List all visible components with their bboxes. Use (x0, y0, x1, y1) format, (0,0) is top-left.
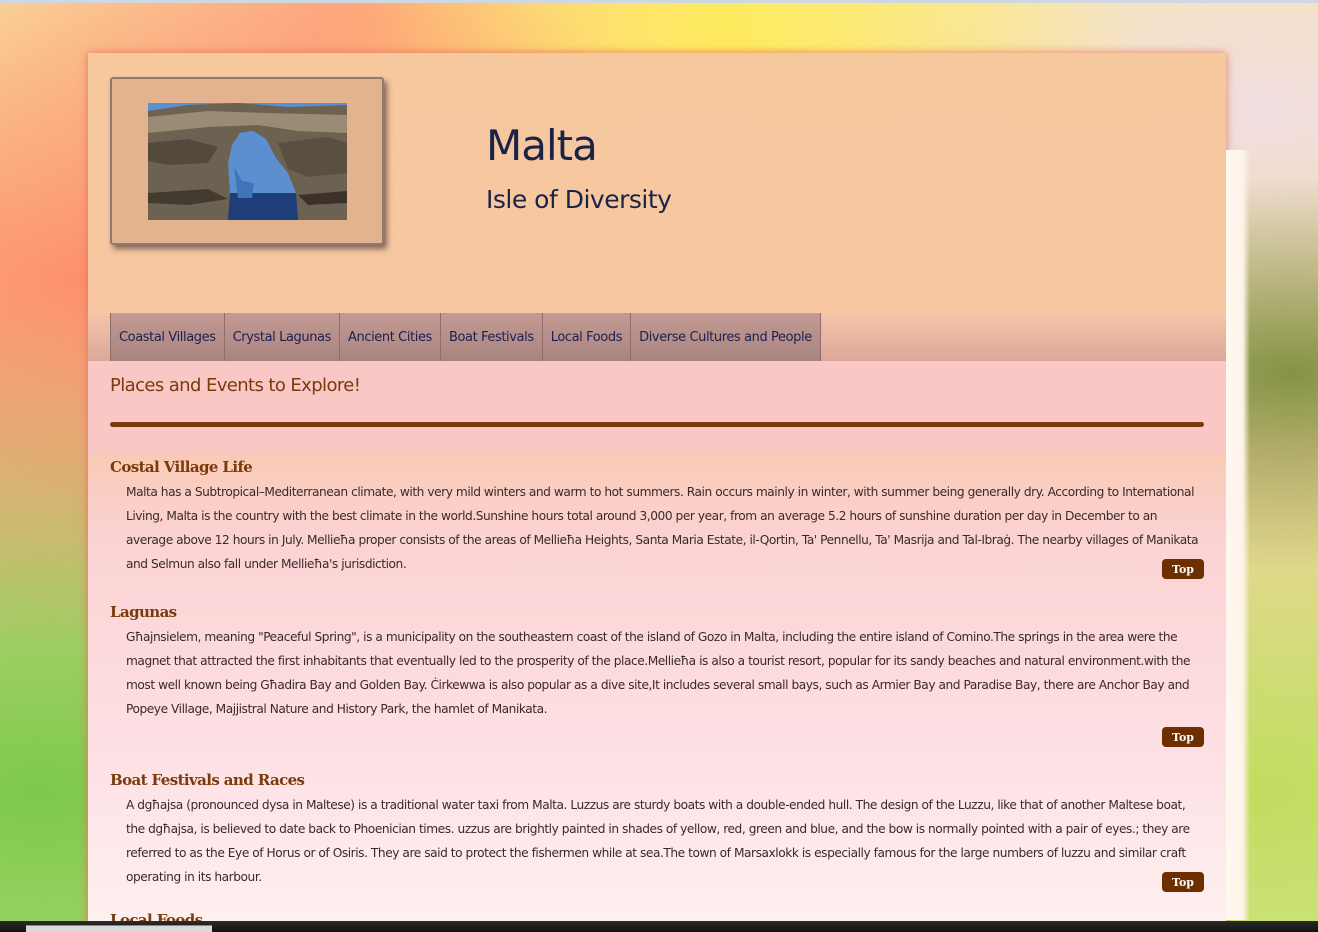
azure-window-photo (148, 103, 347, 220)
nav-item-ancient-cities[interactable]: Ancient Cities (340, 313, 441, 361)
article-text: A dgħajsa (pronounced dysa in Maltese) i… (126, 798, 1190, 884)
article-title: Costal Village Life (110, 458, 253, 476)
window-top-border (0, 0, 1318, 3)
nav-item-coastal-villages[interactable]: Coastal Villages (110, 313, 225, 361)
article-text: Għajnsielem, meaning "Peaceful Spring", … (126, 630, 1191, 716)
main-nav: Coastal Villages Crystal Lagunas Ancient… (88, 313, 1226, 361)
top-button[interactable]: Top (1162, 727, 1204, 747)
site-title: Malta (486, 121, 598, 170)
nav-item-boat-festivals[interactable]: Boat Festivals (440, 313, 543, 361)
article-title: Boat Festivals and Races (110, 771, 305, 789)
article-title: Lagunas (110, 603, 177, 621)
site-subtitle: Isle of Diversity (486, 185, 672, 214)
top-button[interactable]: Top (1162, 872, 1204, 892)
article-boat-festivals: Boat Festivals and Races A dgħajsa (pron… (110, 771, 1204, 901)
header-photo-frame (110, 77, 384, 245)
article-costal-village: Costal Village Life Malta has a Subtropi… (110, 458, 1204, 588)
section-divider (110, 422, 1204, 427)
nav-item-diverse-cultures[interactable]: Diverse Cultures and People (631, 313, 821, 361)
nav-item-crystal-lagunas[interactable]: Crystal Lagunas (224, 313, 340, 361)
section-heading: Places and Events to Explore! (110, 375, 361, 396)
taskbar-tab[interactable] (26, 925, 212, 932)
nav-list: Coastal Villages Crystal Lagunas Ancient… (110, 313, 821, 361)
article-lagunas: Lagunas Għajnsielem, meaning "Peaceful S… (110, 603, 1204, 753)
site-header: Malta Isle of Diversity (88, 53, 1226, 313)
nav-item-local-foods[interactable]: Local Foods (542, 313, 632, 361)
top-button[interactable]: Top (1162, 559, 1204, 579)
article-text: Malta has a Subtropical–Mediterranean cl… (126, 485, 1199, 571)
taskbar (0, 921, 1318, 932)
page-container: Malta Isle of Diversity Coastal Villages… (88, 53, 1226, 925)
section-header: Places and Events to Explore! (88, 361, 1226, 453)
torn-paper-edge (1226, 150, 1250, 920)
